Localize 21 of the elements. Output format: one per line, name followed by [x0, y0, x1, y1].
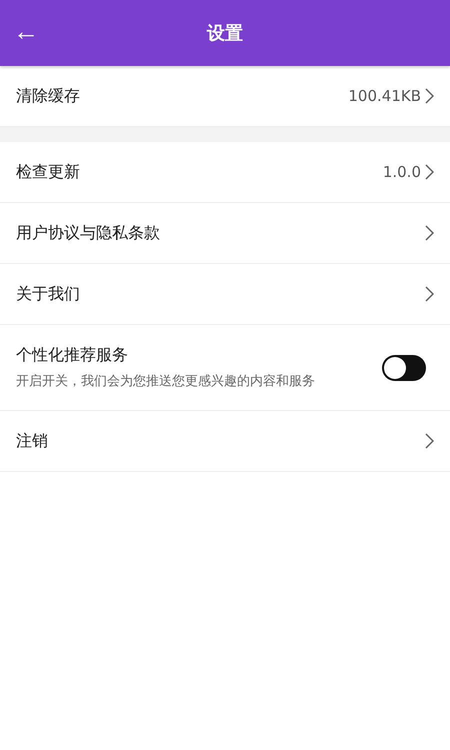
row-label: 清除缓存: [16, 86, 81, 106]
row-value: 1.0.0: [382, 163, 421, 181]
row-label: 注销: [16, 430, 49, 452]
chevron-right-icon: [425, 88, 434, 104]
row-value: 100.41KB: [348, 87, 421, 105]
chevron-right-icon: [425, 225, 434, 241]
row-label: 检查更新: [16, 162, 81, 182]
row-label: 用户协议与隐私条款: [16, 222, 161, 244]
chevron-right-icon: [425, 286, 434, 302]
chevron-right-icon: [425, 433, 434, 449]
toggle-switch[interactable]: [382, 354, 426, 380]
settings-row[interactable]: 用户协议与隐私条款: [0, 203, 450, 264]
back-button[interactable]: ←: [12, 17, 40, 49]
row-description: 开启开关，我们会为您推送您更感兴趣的内容和服务: [16, 373, 316, 390]
row-label: 关于我们: [16, 284, 81, 304]
settings-row[interactable]: 检查更新 1.0.0: [0, 142, 450, 203]
chevron-right-icon: [425, 164, 434, 180]
settings-row[interactable]: 关于我们: [0, 264, 450, 325]
page-title: 设置: [207, 22, 243, 45]
settings-row[interactable]: 注销: [0, 411, 450, 472]
row-label: 个性化推荐服务: [16, 345, 129, 366]
